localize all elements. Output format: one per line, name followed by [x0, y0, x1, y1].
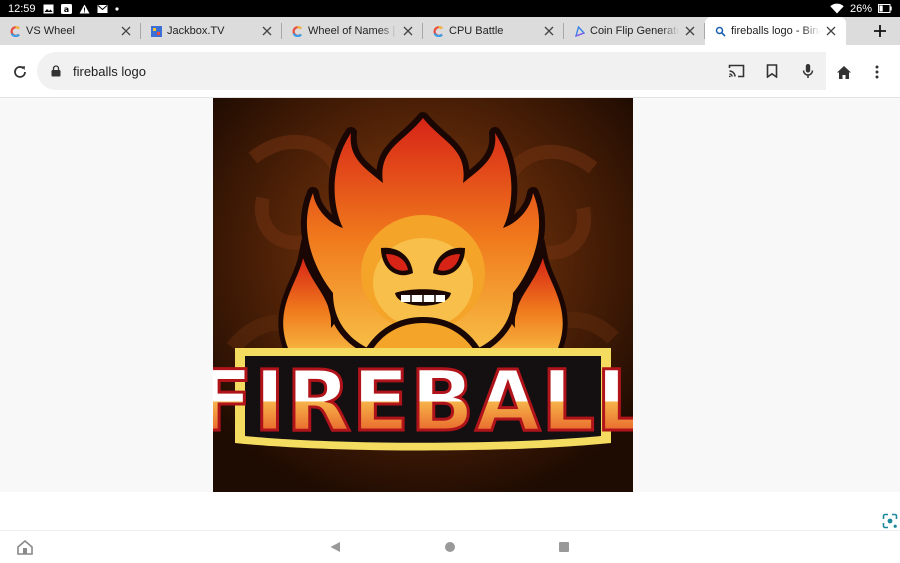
colorful-c-icon — [433, 25, 444, 37]
logo-text: FIREBALL — [213, 352, 633, 450]
jackbox-icon — [151, 25, 162, 37]
voice-search-button[interactable] — [790, 53, 826, 89]
lock-icon — [51, 65, 61, 77]
page-blank-area — [0, 492, 900, 530]
reload-icon — [14, 66, 26, 78]
battery-percent: 26% — [849, 2, 872, 15]
address-bar-actions — [718, 52, 826, 90]
close-icon[interactable] — [119, 24, 133, 38]
system-nav-bar — [0, 530, 900, 563]
tab-fireballs-logo[interactable]: fireballs logo - Bing im — [705, 17, 846, 45]
mail-icon — [97, 4, 108, 13]
close-icon[interactable] — [824, 24, 838, 38]
tab-title: Wheel of Names | Ran — [308, 25, 397, 37]
back-button[interactable] — [326, 538, 344, 556]
house-icon — [17, 539, 33, 555]
close-icon[interactable] — [542, 24, 556, 38]
close-icon[interactable] — [683, 24, 697, 38]
new-tab-button[interactable] — [860, 17, 900, 45]
clock: 12:59 — [8, 2, 36, 15]
wifi-icon — [830, 3, 844, 14]
tab-title: CPU Battle — [449, 25, 504, 37]
address-bar[interactable]: fireballs logo — [37, 52, 826, 90]
close-icon[interactable] — [260, 24, 274, 38]
status-bar: 12:59 a 26% — [0, 0, 900, 17]
svg-text:a: a — [63, 5, 68, 14]
tab-strip: VS Wheel Jackbox.TV Wheel of Names | Ran… — [0, 17, 900, 45]
tab-title: Coin Flip Generator — [590, 25, 679, 37]
triangle-icon — [574, 25, 585, 37]
fireball-logo-image[interactable]: FIREBALL — [213, 98, 633, 492]
tab-wheel-of-names[interactable]: Wheel of Names | Ran — [282, 17, 423, 45]
google-lens-button[interactable] — [882, 513, 898, 529]
home-button[interactable] — [826, 54, 862, 90]
tab-title: fireballs logo - Bing im — [731, 25, 820, 37]
screen: 12:59 a 26% VS Wheel Jackbox.TV Wheel of… — [0, 0, 900, 563]
toolbar: fireballs logo — [0, 45, 900, 98]
colorful-c-icon — [292, 25, 303, 37]
back-triangle-icon — [330, 542, 340, 552]
tab-title: VS Wheel — [26, 25, 75, 37]
bing-search-icon — [715, 26, 726, 37]
colorful-c-icon — [10, 25, 21, 37]
battery-icon — [878, 4, 892, 13]
reload-button[interactable] — [2, 54, 38, 90]
circle-icon — [445, 542, 455, 552]
tab-jackbox[interactable]: Jackbox.TV — [141, 17, 282, 45]
image-icon — [43, 4, 54, 13]
lens-icon — [882, 513, 898, 529]
microphone-icon — [802, 64, 814, 78]
dot-icon — [114, 6, 119, 11]
plus-icon — [874, 25, 886, 37]
home-icon — [837, 65, 851, 79]
more-vertical-icon — [875, 65, 879, 79]
tab-title: Jackbox.TV — [167, 25, 225, 37]
amazon-icon: a — [60, 3, 72, 14]
home-nav-button[interactable] — [441, 538, 459, 556]
recents-button[interactable] — [555, 538, 573, 556]
cast-icon — [728, 64, 744, 78]
warning-icon — [79, 4, 90, 13]
url-text: fireballs logo — [73, 63, 146, 79]
bookmark-button[interactable] — [754, 53, 790, 89]
launcher-home-button[interactable] — [16, 538, 34, 556]
close-icon[interactable] — [401, 24, 415, 38]
cast-button[interactable] — [718, 53, 754, 89]
page-content: FIREBALL — [0, 98, 900, 492]
fireball-mascot-illustration: FIREBALL — [213, 98, 633, 492]
tab-coin-flip[interactable]: Coin Flip Generator — [564, 17, 705, 45]
bookmark-icon — [766, 64, 778, 78]
menu-button[interactable] — [859, 54, 895, 90]
square-icon — [559, 542, 569, 552]
tab-vs-wheel[interactable]: VS Wheel — [0, 17, 141, 45]
tab-cpu-battle[interactable]: CPU Battle — [423, 17, 564, 45]
